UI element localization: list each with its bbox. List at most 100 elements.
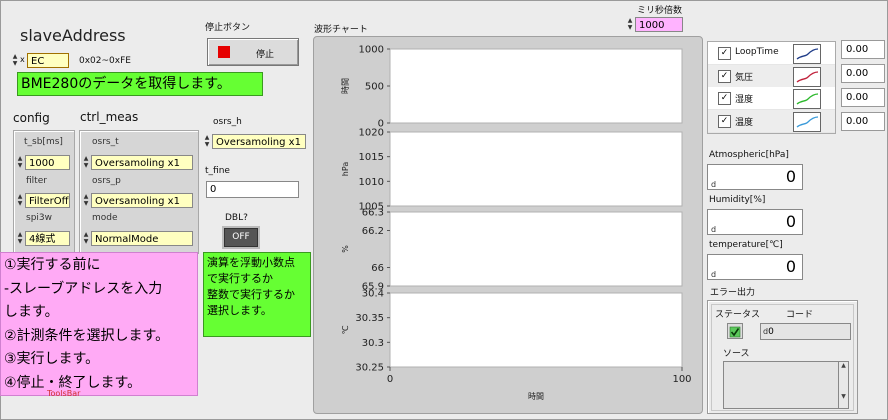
plot-area	[389, 131, 683, 207]
y-tick-label: 1020	[359, 128, 384, 139]
instruction-line: ②計測条件を選択します。	[4, 327, 170, 344]
scroll-up-icon[interactable]: ▲	[839, 362, 848, 369]
osrs-p-field[interactable]: Oversamoling x1	[91, 193, 193, 208]
legend-value: 0.00	[841, 88, 885, 107]
mode-spinner[interactable]: ▲ ▼	[82, 231, 90, 246]
float-note-line: で実行するか	[207, 272, 273, 285]
y-tick-label: 66	[371, 263, 384, 274]
t-sb-field[interactable]: 1000	[25, 155, 70, 170]
osrs-h-spinner[interactable]: ▲ ▼	[203, 134, 211, 149]
stop-button[interactable]: 停止	[207, 38, 299, 66]
float-note-line: 整数で実行するか	[207, 288, 295, 301]
mode-label: mode	[92, 213, 118, 223]
legend-swatch-icon[interactable]	[793, 111, 821, 132]
humidity-value: 0	[785, 212, 796, 231]
code-label: コード	[786, 310, 814, 320]
plot-area	[389, 292, 683, 368]
instruction-line: します。	[4, 304, 59, 320]
legend-item[interactable]: ✓ 湿度	[708, 87, 835, 110]
legend-checkbox[interactable]: ✓	[718, 92, 731, 105]
ms-multiplier-label: ミリ秒倍数	[637, 6, 683, 16]
y-tick-label: 500	[365, 82, 384, 93]
y-tick-label: 1015	[359, 152, 384, 163]
y-axis-label: %	[341, 245, 350, 253]
temperature-value: 0	[785, 257, 796, 276]
humidity-indicator: d 0	[707, 209, 803, 235]
plot-area	[389, 48, 683, 124]
ms-multiplier-input[interactable]: 1000	[635, 17, 683, 32]
legend-label: 温度	[735, 117, 754, 128]
atmospheric-value: 0	[785, 167, 796, 186]
humidity-d-tag: d	[711, 225, 717, 234]
temperature-label: temperature[℃]	[709, 240, 783, 250]
legend-panel: ✓ LoopTime ✓ 気圧 ✓ 湿度 ✓ 温度	[707, 41, 836, 134]
address-input[interactable]: EC	[27, 53, 69, 68]
atmospheric-label: Atmospheric[hPa]	[709, 150, 789, 160]
osrs-t-field[interactable]: Oversamoling x1	[91, 155, 193, 170]
t-sb-label: t_sb[ms]	[24, 137, 63, 147]
y-tick-label: 30.3	[362, 338, 384, 349]
toolbar-text: ToolsBar	[47, 389, 81, 398]
ctrl-meas-header: ctrl_meas	[80, 110, 139, 124]
legend-label: 気圧	[735, 72, 754, 83]
osrs-p-label: osrs_p	[92, 176, 121, 186]
legend-item[interactable]: ✓ LoopTime	[708, 42, 835, 65]
y-tick-label: 30.35	[355, 313, 384, 324]
instructions-note: ①実行する前に -スレーブアドレスを入力 します。 ②計測条件を選択します。 ③…	[0, 252, 198, 396]
y-tick-label: 1010	[359, 177, 384, 188]
legend-swatch-icon[interactable]	[793, 89, 821, 109]
address-range: 0x02~0xFE	[79, 56, 131, 66]
dbl-label: DBL?	[225, 213, 248, 223]
scroll-down-icon[interactable]: ▼	[839, 393, 848, 400]
code-indicator: d0	[760, 323, 851, 340]
float-note: 演算を浮動小数点 で実行するか 整数で実行するか 選択します。	[203, 252, 311, 337]
t-fine-label: t_fine	[205, 166, 230, 176]
osrs-h-label: osrs_h	[213, 117, 242, 127]
filter-field[interactable]: FilterOff	[25, 193, 70, 208]
legend-swatch-icon[interactable]	[793, 44, 821, 64]
legend-checkbox[interactable]: ✓	[718, 114, 731, 128]
status-label: ステータス	[715, 310, 761, 320]
config-header: config	[13, 111, 50, 125]
mode-field[interactable]: NormalMode	[91, 231, 193, 246]
ctrl-meas-panel: osrs_t ▲ ▼ Oversamoling x1 osrs_p ▲ ▼ Over…	[79, 130, 199, 254]
osrs-h-field[interactable]: Oversamoling x1	[212, 134, 306, 149]
t-sb-spinner[interactable]: ▲ ▼	[16, 155, 24, 170]
y-tick-label: 30.4	[362, 289, 384, 300]
legend-label: 湿度	[735, 95, 754, 105]
x-tick-label: 100	[672, 374, 691, 385]
legend-value: 0.00	[841, 40, 885, 59]
osrs-p-spinner[interactable]: ▲ ▼	[82, 193, 90, 208]
legend-item[interactable]: ✓ 温度	[708, 109, 835, 133]
x-tick-label: 0	[387, 374, 393, 385]
temperature-d-tag: d	[711, 270, 717, 279]
source-scrollbar[interactable]: ▲ ▼	[838, 361, 849, 409]
x-axis-label: 時間	[528, 392, 544, 401]
instruction-line: ④停止・終了します。	[4, 374, 142, 391]
legend-value: 0.00	[841, 64, 885, 83]
legend-label: LoopTime	[735, 47, 779, 57]
y-tick-label: 66.3	[362, 208, 384, 219]
atmospheric-d-tag: d	[711, 180, 717, 189]
spi3w-spinner[interactable]: ▲ ▼	[16, 231, 24, 246]
instruction-line: ①実行する前に	[4, 257, 101, 273]
source-label: ソース	[723, 349, 750, 359]
legend-checkbox[interactable]: ✓	[718, 69, 731, 83]
dbl-toggle[interactable]: OFF	[224, 228, 258, 247]
y-axis-label: ℃	[341, 325, 350, 334]
legend-checkbox[interactable]: ✓	[718, 47, 731, 60]
spi3w-field[interactable]: 4線式	[25, 231, 70, 246]
osrs-t-spinner[interactable]: ▲ ▼	[82, 155, 90, 170]
temperature-indicator: d 0	[707, 254, 803, 280]
humidity-label: Humidity[%]	[709, 195, 766, 205]
t-fine-field: 0	[206, 181, 299, 198]
legend-swatch-icon[interactable]	[793, 66, 821, 87]
ms-multiplier-spinner[interactable]: ▲ ▼	[626, 17, 634, 32]
stop-label: 停止ボタン	[205, 23, 251, 33]
float-note-line: 演算を浮動小数点	[207, 256, 295, 269]
filter-spinner[interactable]: ▲ ▼	[16, 193, 24, 208]
legend-item[interactable]: ✓ 気圧	[708, 64, 835, 88]
error-title: エラー出力	[710, 288, 756, 298]
address-spinner[interactable]: ▲ ▼	[11, 53, 19, 68]
error-cluster: ステータス コード d0 ソース ▲ ▼	[707, 300, 858, 414]
